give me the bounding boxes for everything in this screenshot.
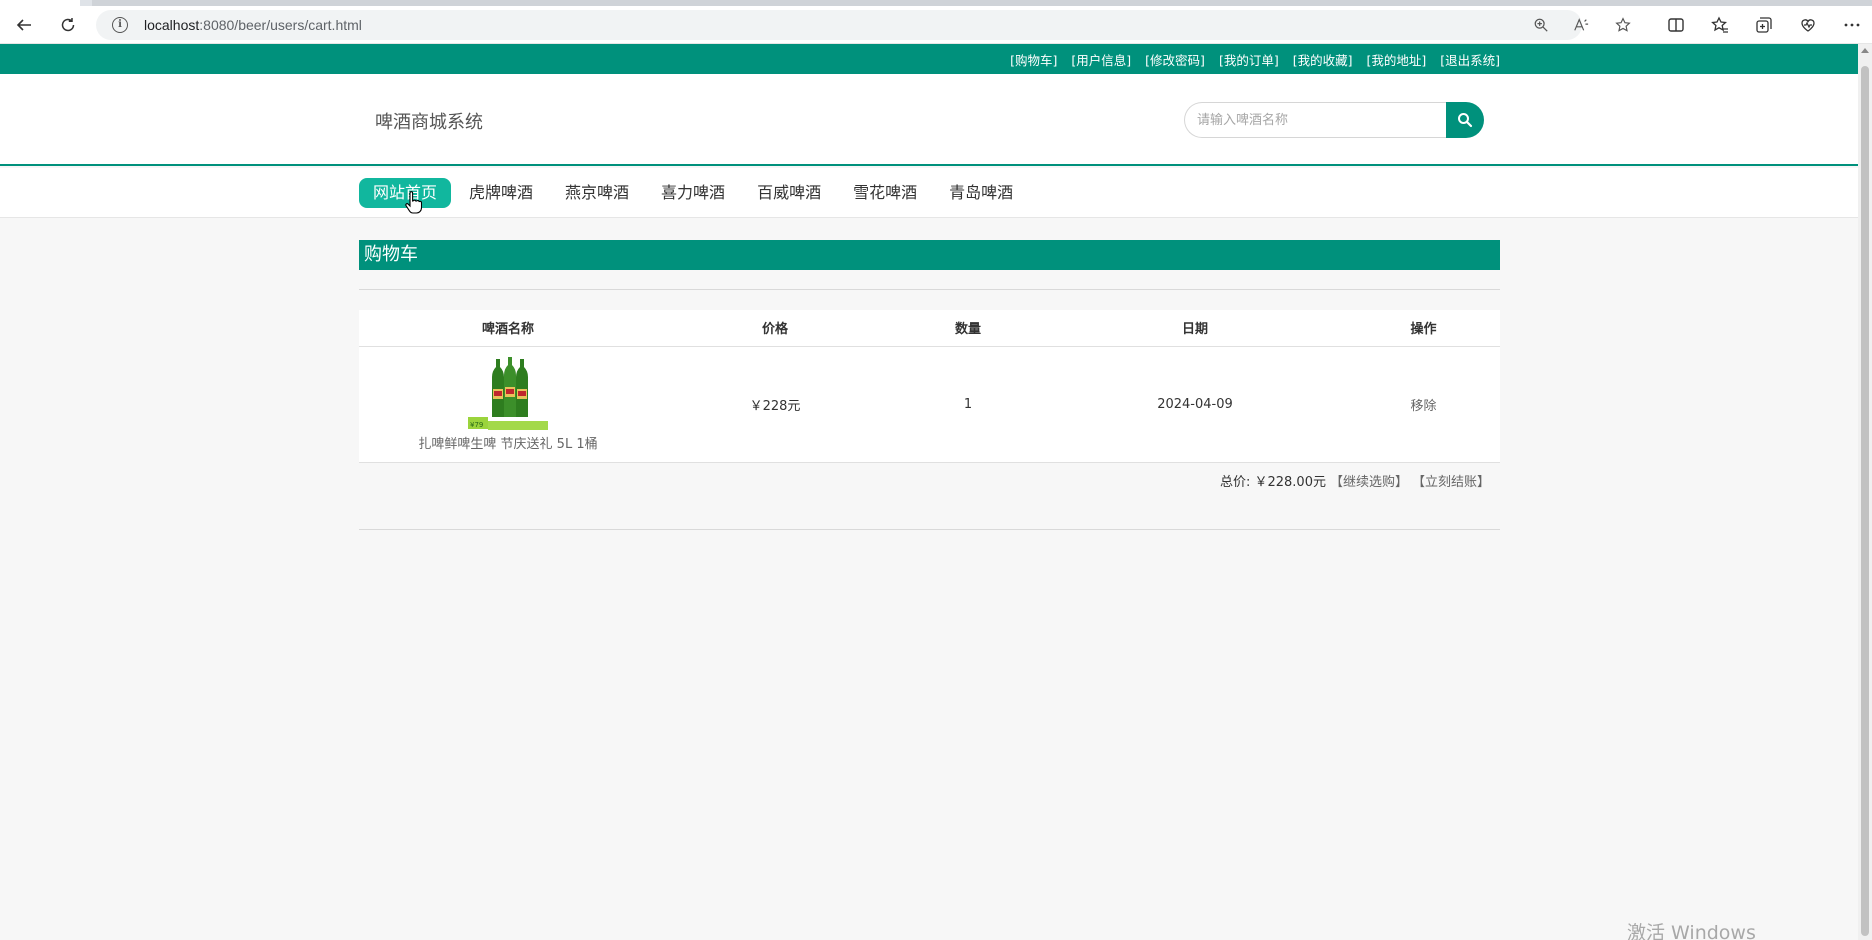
more-menu-icon[interactable] bbox=[1840, 13, 1864, 37]
page-scrollbar[interactable] bbox=[1858, 44, 1872, 940]
site-topbar: [购物车] [用户信息] [修改密码] [我的订单] [我的收藏] [我的地址]… bbox=[0, 44, 1858, 74]
user-links: [购物车] [用户信息] [修改密码] [我的订单] [我的收藏] [我的地址]… bbox=[1010, 44, 1500, 74]
date-cell: 2024-04-09 bbox=[1043, 346, 1347, 463]
nav-item-budweiser[interactable]: 百威啤酒 bbox=[743, 178, 835, 208]
cart-section: 购物车 啤酒名称 价格 数量 日期 操作 ¥79 扎啤鲜啤生啤 节庆送礼 5L … bbox=[359, 240, 1500, 530]
column-header-price: 价格 bbox=[657, 310, 893, 347]
browser-toolbar: i localhost:8080/beer/users/cart.html bbox=[0, 6, 1872, 44]
scroll-up-arrow-icon[interactable] bbox=[1861, 48, 1869, 53]
back-icon[interactable] bbox=[12, 13, 36, 37]
my-favorites-link[interactable]: [我的收藏] bbox=[1293, 50, 1353, 69]
price-cell: ￥228元 bbox=[657, 346, 893, 463]
svg-text:¥79: ¥79 bbox=[470, 421, 483, 429]
cart-title: 购物车 bbox=[359, 240, 1500, 270]
url-text[interactable]: localhost:8080/beer/users/cart.html bbox=[144, 17, 362, 33]
collections-icon[interactable] bbox=[1752, 13, 1776, 37]
url-path: :8080/beer/users/cart.html bbox=[199, 17, 362, 33]
logout-link[interactable]: [退出系统] bbox=[1440, 50, 1500, 69]
zoom-icon[interactable] bbox=[1530, 14, 1552, 36]
favorite-star-icon[interactable] bbox=[1612, 14, 1634, 36]
column-header-action: 操作 bbox=[1347, 310, 1500, 347]
hand-cursor-icon bbox=[405, 191, 422, 214]
search-input[interactable] bbox=[1184, 102, 1448, 138]
column-header-quantity: 数量 bbox=[893, 310, 1043, 347]
divider bbox=[359, 528, 1500, 530]
site-logo[interactable]: 啤酒商城系统 bbox=[375, 108, 483, 134]
checkout-link[interactable]: 【立刻结账】 bbox=[1412, 471, 1490, 490]
main-nav: 网站首页 虎牌啤酒 燕京啤酒 喜力啤酒 百威啤酒 雪花啤酒 青岛啤酒 bbox=[0, 168, 1858, 218]
site-header: 啤酒商城系统 bbox=[0, 74, 1858, 166]
search-icon bbox=[1458, 113, 1473, 128]
product-name[interactable]: 扎啤鲜啤生啤 节庆送礼 5L 1桶 bbox=[418, 433, 597, 452]
nav-item-tsingtao[interactable]: 青岛啤酒 bbox=[935, 178, 1027, 208]
column-header-name: 啤酒名称 bbox=[359, 310, 657, 347]
windows-activation-watermark: 激活 Windows bbox=[1627, 922, 1756, 940]
favorites-icon[interactable] bbox=[1708, 13, 1732, 37]
remove-button[interactable]: 移除 bbox=[1410, 399, 1436, 414]
refresh-icon[interactable] bbox=[56, 13, 80, 37]
table-header-row: 啤酒名称 价格 数量 日期 操作 bbox=[359, 310, 1500, 347]
action-cell: 移除 bbox=[1347, 346, 1500, 463]
split-screen-icon[interactable] bbox=[1664, 13, 1688, 37]
read-aloud-icon[interactable] bbox=[1570, 14, 1592, 36]
site-info-icon[interactable]: i bbox=[112, 17, 128, 33]
product-image[interactable]: ¥79 bbox=[466, 356, 550, 431]
nav-item-snow[interactable]: 雪花啤酒 bbox=[839, 178, 931, 208]
divider bbox=[359, 289, 1500, 290]
user-info-link[interactable]: [用户信息] bbox=[1071, 50, 1131, 69]
my-orders-link[interactable]: [我的订单] bbox=[1219, 50, 1279, 69]
address-bar[interactable]: i localhost:8080/beer/users/cart.html bbox=[96, 10, 1631, 40]
my-address-link[interactable]: [我的地址] bbox=[1366, 50, 1426, 69]
nav-item-heineken[interactable]: 喜力啤酒 bbox=[647, 178, 739, 208]
nav-item-tiger[interactable]: 虎牌啤酒 bbox=[455, 178, 547, 208]
browser-essentials-icon[interactable] bbox=[1796, 13, 1820, 37]
cart-summary: 总价: ￥228.00元 【继续选购】 【立刻结账】 bbox=[359, 463, 1500, 499]
product-cell: ¥79 扎啤鲜啤生啤 节庆送礼 5L 1桶 bbox=[359, 346, 657, 463]
total-price: 总价: ￥228.00元 bbox=[1219, 475, 1326, 490]
scrollbar-thumb[interactable] bbox=[1861, 66, 1869, 936]
table-row: ¥79 扎啤鲜啤生啤 节庆送礼 5L 1桶 ￥228元 1 2024-04-09… bbox=[359, 346, 1500, 463]
quantity-cell: 1 bbox=[893, 346, 1043, 463]
nav-item-yanjing[interactable]: 燕京啤酒 bbox=[551, 178, 643, 208]
url-host: localhost bbox=[144, 17, 200, 33]
search-box bbox=[1184, 102, 1484, 138]
continue-shopping-link[interactable]: 【继续选购】 bbox=[1330, 471, 1408, 490]
search-button[interactable] bbox=[1446, 102, 1484, 138]
cart-link[interactable]: [购物车] bbox=[1010, 50, 1057, 69]
cart-table: 啤酒名称 价格 数量 日期 操作 ¥79 扎啤鲜啤生啤 节庆送礼 5L 1桶 ￥… bbox=[359, 310, 1500, 463]
change-password-link[interactable]: [修改密码] bbox=[1145, 50, 1205, 69]
column-header-date: 日期 bbox=[1043, 310, 1347, 347]
